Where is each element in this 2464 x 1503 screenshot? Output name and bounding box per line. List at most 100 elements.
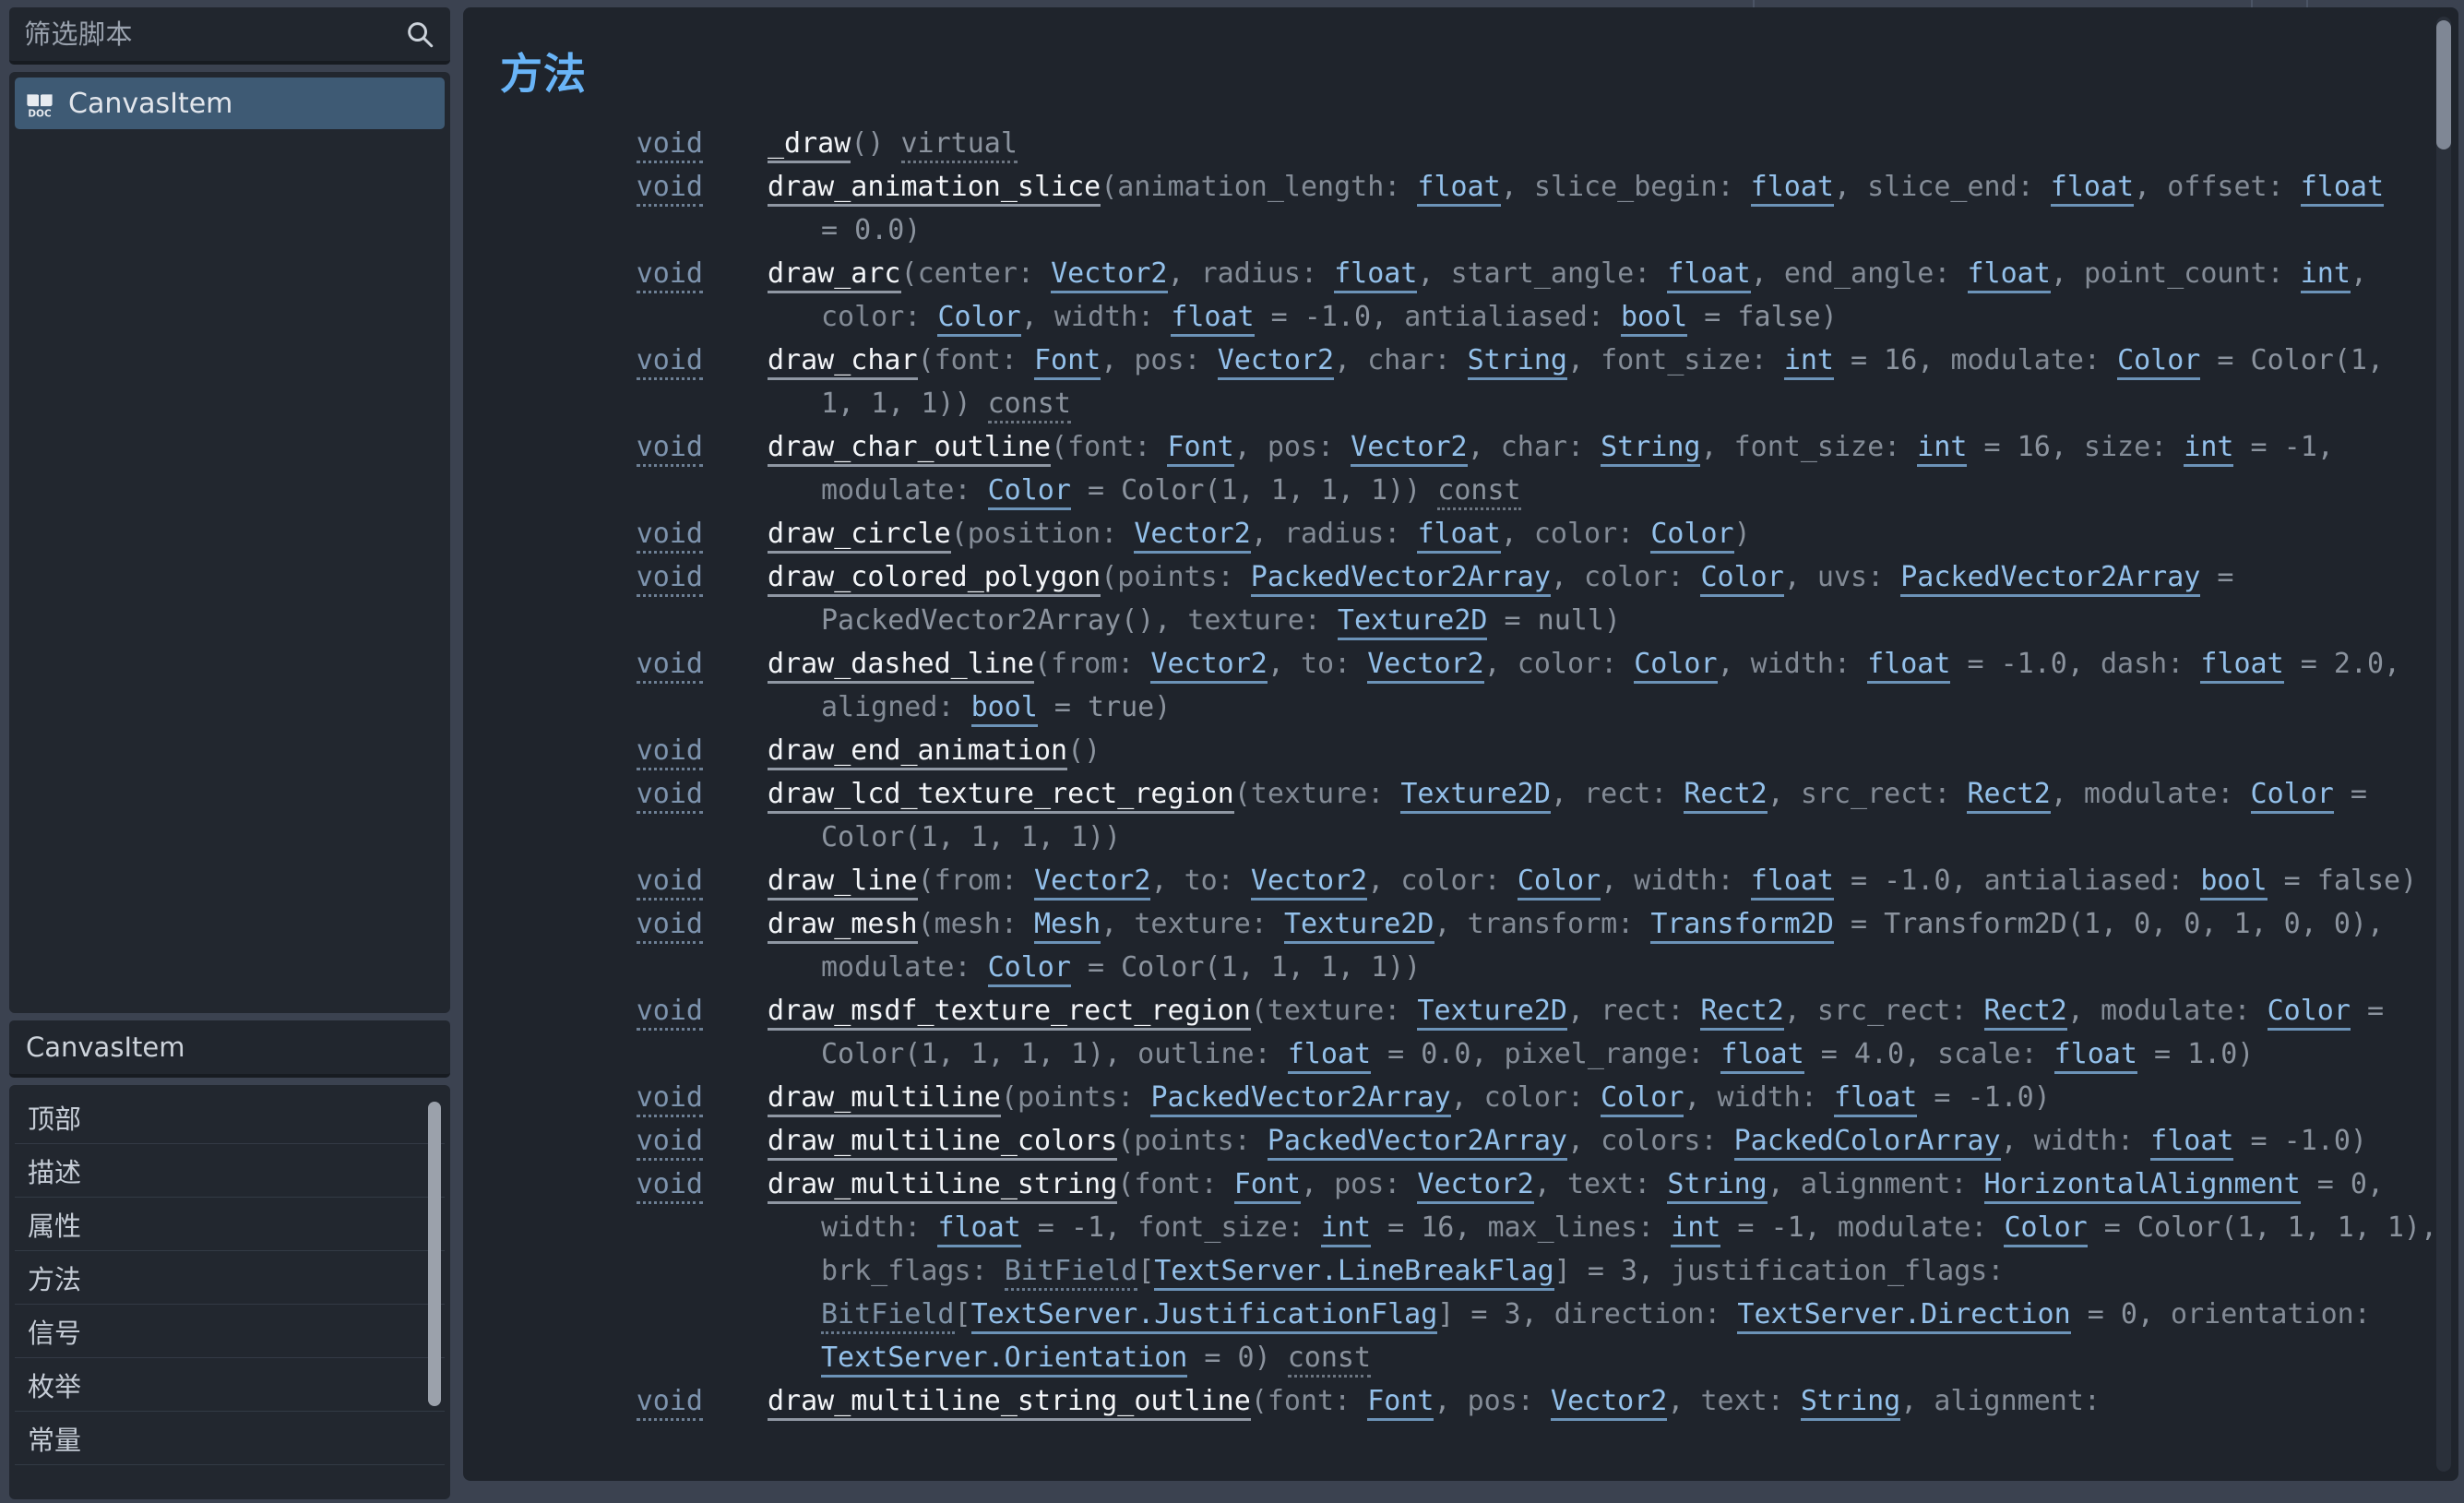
method-return-type[interactable]: void (463, 1119, 768, 1163)
outline-item-constants[interactable]: 常量 (15, 1412, 445, 1465)
type-link[interactable]: Vector2 (1367, 648, 1484, 684)
method-name-link[interactable]: draw_char (768, 344, 918, 380)
method-name-link[interactable]: draw_dashed_line (768, 648, 1034, 684)
method-return-type[interactable]: void (463, 902, 768, 946)
type-link[interactable]: Color (1517, 865, 1601, 901)
method-row[interactable]: void draw_colored_polygon(points: PackedV… (463, 555, 2458, 642)
type-link[interactable]: int (1320, 1211, 1372, 1247)
method-row[interactable]: void draw_animation_slice(animation_lengt… (463, 165, 2458, 252)
type-link[interactable]: float (1667, 257, 1751, 293)
method-name-link[interactable]: draw_multiline_string_outline (768, 1385, 1251, 1421)
method-signature[interactable]: draw_lcd_texture_rect_region(texture: Te… (768, 772, 2458, 859)
type-link[interactable]: Vector2 (1150, 648, 1268, 684)
type-link[interactable]: Color (2117, 344, 2201, 380)
type-link[interactable]: float (1750, 171, 1834, 207)
method-signature[interactable]: draw_char_outline(font: Font, pos: Vecto… (768, 425, 2458, 512)
method-return-type[interactable]: void (463, 122, 768, 165)
method-return-type[interactable]: void (463, 425, 768, 469)
outline-item-enums[interactable]: 枚举 (15, 1358, 445, 1412)
type-link[interactable]: int (1783, 344, 1834, 380)
method-name-link[interactable]: _draw (768, 127, 851, 163)
type-link[interactable]: Mesh (1034, 908, 1101, 944)
method-row[interactable]: void draw_mesh(mesh: Mesh, texture: Textu… (463, 902, 2458, 989)
method-return-type[interactable]: void (463, 642, 768, 686)
type-link[interactable]: Vector2 (1051, 257, 1168, 293)
method-row[interactable]: void draw_char_outline(font: Font, pos: V… (463, 425, 2458, 512)
type-link[interactable]: bool (2200, 865, 2268, 901)
type-link[interactable]: Font (1034, 344, 1101, 380)
type-link[interactable]: bool (1621, 301, 1688, 337)
type-link[interactable]: TextServer.JustificationFlag (970, 1298, 1438, 1334)
method-row[interactable]: void draw_lcd_texture_rect_region(texture… (463, 772, 2458, 859)
method-row[interactable]: void draw_dashed_line(from: Vector2, to: … (463, 642, 2458, 729)
method-signature[interactable]: draw_arc(center: Vector2, radius: float,… (768, 252, 2458, 339)
method-name-link[interactable]: draw_lcd_texture_rect_region (768, 778, 1234, 814)
type-link[interactable]: Color (987, 474, 1071, 510)
type-link[interactable]: String (1667, 1168, 1768, 1204)
type-link[interactable]: Vector2 (1034, 865, 1151, 901)
type-link[interactable]: float (1334, 257, 1418, 293)
method-signature[interactable]: draw_multiline_string(font: Font, pos: V… (768, 1163, 2458, 1379)
type-link[interactable]: Color (1650, 518, 1734, 554)
type-link[interactable]: PackedVector2Array (1267, 1125, 1567, 1161)
type-link[interactable]: float (1833, 1081, 1918, 1117)
method-name-link[interactable]: draw_char_outline (768, 431, 1052, 467)
method-name-link[interactable]: draw_end_animation (768, 734, 1068, 770)
type-link[interactable]: Rect2 (1967, 778, 2051, 814)
method-return-type[interactable]: void (463, 1379, 768, 1423)
type-link[interactable]: PackedVector2Array (1900, 561, 2201, 597)
type-link[interactable]: Vector2 (1250, 865, 1368, 901)
method-return-type[interactable]: void (463, 555, 768, 599)
method-return-type[interactable]: void (463, 512, 768, 555)
method-row[interactable]: void draw_arc(center: Vector2, radius: fl… (463, 252, 2458, 339)
method-signature[interactable]: draw_animation_slice(animation_length: f… (768, 165, 2458, 252)
type-link[interactable]: float (937, 1211, 1021, 1247)
type-link[interactable]: Rect2 (1700, 995, 1784, 1031)
method-row[interactable]: void draw_char(font: Font, pos: Vector2, … (463, 339, 2458, 425)
method-signature[interactable]: draw_msdf_texture_rect_region(texture: T… (768, 989, 2458, 1076)
method-return-type[interactable]: void (463, 772, 768, 816)
type-link[interactable]: Vector2 (1217, 344, 1335, 380)
type-link[interactable]: Color (937, 301, 1021, 337)
method-row[interactable]: void draw_msdf_texture_rect_region(textur… (463, 989, 2458, 1076)
type-link[interactable]: Rect2 (1983, 995, 2067, 1031)
method-row[interactable]: void draw_multiline_string_outline(font: … (463, 1379, 2458, 1423)
type-link[interactable]: String (1467, 344, 1567, 380)
type-link[interactable]: float (1967, 257, 2051, 293)
method-signature[interactable]: draw_line(from: Vector2, to: Vector2, co… (768, 859, 2458, 902)
type-link[interactable]: Color (2004, 1211, 2088, 1247)
method-name-link[interactable]: draw_multiline_colors (768, 1125, 1118, 1161)
type-link[interactable]: int (1917, 431, 1968, 467)
type-link[interactable]: float (2200, 648, 2284, 684)
method-row[interactable]: void draw_circle(position: Vector2, radiu… (463, 512, 2458, 555)
method-row[interactable]: void draw_multiline_colors(points: Packed… (463, 1119, 2458, 1163)
type-link[interactable]: float (1171, 301, 1255, 337)
type-link[interactable]: Font (1233, 1168, 1301, 1204)
type-link[interactable]: TextServer.Direction (1737, 1298, 2071, 1334)
type-link[interactable]: TextServer.Orientation (821, 1342, 1188, 1378)
member-outline-list[interactable]: 顶部 描述 属性 方法 信号 枚举 常量 (9, 1085, 450, 1499)
type-link[interactable]: int (2300, 257, 2351, 293)
method-signature[interactable]: draw_circle(position: Vector2, radius: f… (768, 512, 2458, 555)
type-link-muted[interactable]: BitField (821, 1298, 955, 1334)
type-link[interactable]: Vector2 (1351, 431, 1468, 467)
type-link[interactable]: Color (2267, 995, 2351, 1031)
outline-scrollbar-thumb[interactable] (428, 1102, 441, 1406)
outline-item-description[interactable]: 描述 (15, 1144, 445, 1198)
method-signature[interactable]: draw_end_animation() (768, 729, 2458, 772)
method-name-link[interactable]: draw_animation_slice (768, 171, 1101, 207)
class-name-header[interactable]: CanvasItem (9, 1020, 450, 1078)
type-link[interactable]: Font (1167, 431, 1234, 467)
type-link[interactable]: float (2053, 1038, 2137, 1074)
type-link[interactable]: Transform2D (1650, 908, 1834, 944)
method-name-link[interactable]: draw_multiline_string (768, 1168, 1118, 1204)
method-name-link[interactable]: draw_arc (768, 257, 901, 293)
type-link[interactable]: Vector2 (1417, 1168, 1534, 1204)
type-link[interactable]: Texture2D (1417, 995, 1567, 1031)
type-link[interactable]: bool (970, 691, 1038, 727)
method-name-link[interactable]: draw_mesh (768, 908, 918, 944)
type-link[interactable]: int (2184, 431, 2234, 467)
type-link[interactable]: TextServer.LineBreakFlag (1154, 1255, 1554, 1291)
method-name-link[interactable]: draw_multiline (768, 1081, 1001, 1117)
type-link[interactable]: PackedColorArray (1733, 1125, 2001, 1161)
